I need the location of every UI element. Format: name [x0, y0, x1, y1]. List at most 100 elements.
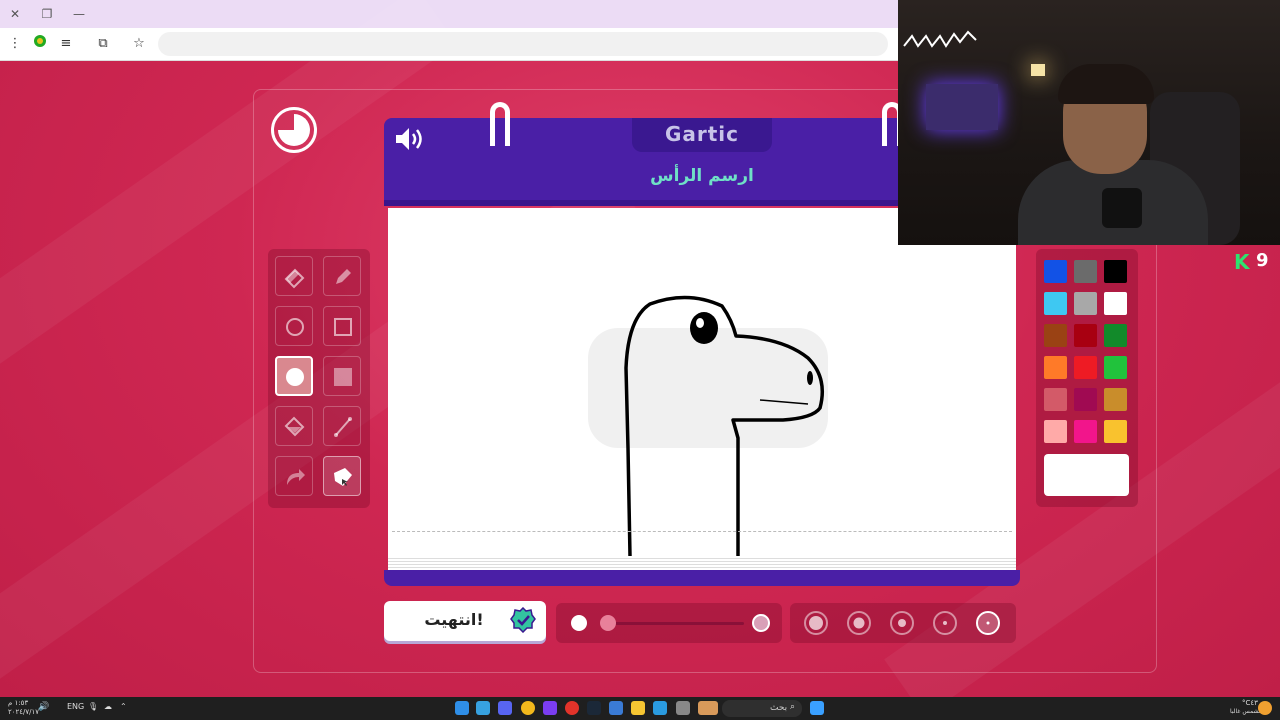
line-tool[interactable] — [323, 406, 361, 446]
done-button[interactable]: انتهيت! — [384, 601, 546, 641]
player-count-badge: K 9 — [1230, 250, 1274, 274]
tab-search-icon[interactable]: ⧉ — [93, 34, 113, 54]
filled-circle-tool[interactable] — [275, 356, 313, 396]
background-monitor — [926, 84, 998, 130]
color-swatch[interactable] — [1044, 420, 1067, 443]
taskbar-app-icon[interactable] — [455, 701, 469, 715]
gartic-logo: Gartic — [664, 122, 740, 146]
k-logo-icon: K — [1234, 250, 1250, 274]
minimize-window-icon[interactable]: — — [71, 6, 87, 22]
chrome-icon[interactable] — [521, 701, 535, 715]
browser-menu-icon[interactable]: ⋮ — [5, 34, 25, 54]
sticker-icon — [334, 468, 352, 486]
weather-temp: °C٤٣ — [1242, 699, 1258, 707]
pencil-tool[interactable] — [323, 256, 361, 296]
background-lamp — [1031, 64, 1045, 76]
filled-circle-icon — [286, 368, 304, 386]
brush-size-xs[interactable] — [976, 611, 1000, 635]
drawing-canvas[interactable] — [388, 208, 1016, 570]
brush-size-xl[interactable] — [804, 611, 828, 635]
undo-arrow-icon — [287, 469, 305, 485]
file-explorer-icon[interactable] — [631, 701, 645, 715]
color-swatch[interactable] — [1074, 292, 1097, 315]
line-icon — [334, 417, 352, 437]
clock-time: ١:٥٣ م — [8, 699, 29, 707]
brush-size-m[interactable] — [890, 611, 914, 635]
slider-track[interactable] — [604, 622, 744, 625]
taskbar-app-icon[interactable] — [476, 701, 490, 715]
filled-rectangle-tool[interactable] — [323, 356, 361, 396]
color-swatch[interactable] — [1104, 324, 1127, 347]
timer-clock-icon — [271, 107, 317, 153]
edge-icon[interactable] — [653, 701, 667, 715]
steam-icon[interactable] — [587, 701, 601, 715]
eraser-tool[interactable] — [275, 256, 313, 296]
color-swatch[interactable] — [1074, 356, 1097, 379]
onedrive-icon[interactable]: ☁ — [104, 702, 112, 711]
color-swatch[interactable] — [1074, 324, 1097, 347]
brush-size-selector — [790, 603, 1016, 643]
circle-outline-tool[interactable] — [275, 306, 313, 346]
pencil-icon — [336, 269, 351, 284]
mic-icon[interactable]: 🎙 — [88, 702, 98, 711]
color-swatch[interactable] — [1044, 388, 1067, 411]
search-icon: ⌕ — [790, 702, 796, 712]
stroke-size-slider — [556, 603, 782, 643]
clock-date: ٢٠٢٤/٧/١٧ — [8, 708, 40, 716]
color-palette — [1036, 249, 1138, 507]
extension-icon[interactable] — [30, 34, 50, 54]
canvas-drawing — [588, 295, 828, 557]
search-label: بحث — [770, 703, 788, 713]
taskbar-app-icon[interactable] — [565, 701, 579, 715]
volume-icon[interactable]: 🔊 — [38, 702, 49, 712]
color-swatch[interactable] — [1074, 260, 1097, 283]
color-swatch[interactable] — [1104, 292, 1127, 315]
filled-rectangle-icon — [334, 368, 352, 386]
color-swatch[interactable] — [1104, 420, 1127, 443]
taskbar-widget-icon[interactable] — [698, 701, 718, 715]
rectangle-outline-tool[interactable] — [323, 306, 361, 346]
bookmark-star-icon[interactable]: ☆ — [129, 34, 149, 54]
color-swatch[interactable] — [1044, 260, 1067, 283]
windows-taskbar: ١:٥٣ م ٢٠٢٤/٧/١٧ 🔊 ENG 🎙 ☁ ⌃ بحث ⌕ °C٤٣ … — [0, 697, 1280, 720]
color-swatch[interactable] — [1104, 260, 1127, 283]
taskbar-search[interactable]: بحث ⌕ — [722, 700, 802, 717]
address-bar[interactable] — [158, 32, 888, 56]
color-swatch[interactable] — [1074, 388, 1097, 411]
task-view-icon[interactable] — [676, 701, 690, 715]
store-icon[interactable] — [609, 701, 623, 715]
color-swatch[interactable] — [1044, 292, 1067, 315]
canvas-guideline — [392, 531, 1012, 532]
discord-icon[interactable] — [498, 701, 512, 715]
rectangle-outline-icon — [334, 318, 352, 336]
color-swatch[interactable] — [1104, 388, 1127, 411]
tray-chevron-icon[interactable]: ⌃ — [120, 702, 127, 711]
drawing-tools-panel — [268, 249, 370, 508]
player-count: 9 — [1256, 250, 1269, 271]
brush-size-l[interactable] — [847, 611, 871, 635]
sticker-tool[interactable] — [323, 456, 361, 496]
color-swatch[interactable] — [1044, 356, 1067, 379]
sound-toggle-button[interactable] — [394, 124, 428, 154]
color-swatch[interactable] — [1104, 356, 1127, 379]
taskbar-app-icon[interactable] — [543, 701, 557, 715]
webcam-overlay — [898, 0, 1280, 245]
slider-thumb[interactable] — [600, 615, 616, 631]
speaker-icon — [396, 128, 422, 150]
check-badge-icon — [510, 607, 536, 633]
restore-window-icon[interactable]: ❐ — [39, 6, 55, 22]
color-swatch[interactable] — [1074, 420, 1097, 443]
selected-color-preview[interactable] — [1044, 454, 1129, 496]
browser-title-bar: ✕ ❐ — — [0, 0, 900, 28]
neon-sign-icon — [903, 30, 977, 48]
close-window-icon[interactable]: ✕ — [7, 6, 23, 22]
undo-tool[interactable] — [275, 456, 313, 496]
fill-bucket-tool[interactable] — [275, 406, 313, 446]
windows-start-icon[interactable] — [810, 701, 824, 715]
language-indicator[interactable]: ENG — [67, 702, 84, 711]
reading-list-icon[interactable]: ≡ — [56, 34, 76, 54]
card-bottom-edge — [384, 570, 1020, 586]
color-swatch[interactable] — [1044, 324, 1067, 347]
brush-size-s[interactable] — [933, 611, 957, 635]
done-button-label: انتهيت! — [424, 610, 484, 629]
